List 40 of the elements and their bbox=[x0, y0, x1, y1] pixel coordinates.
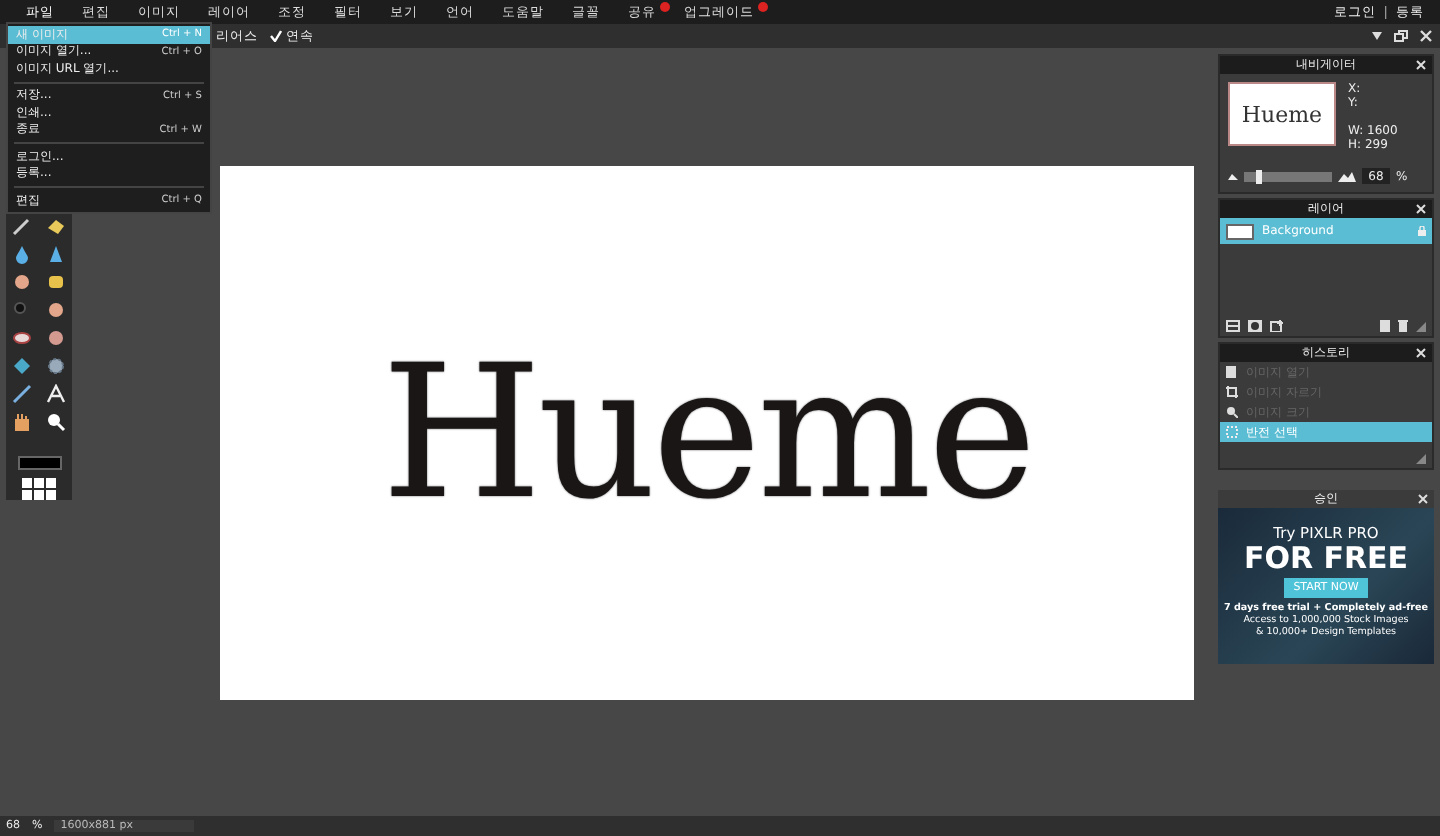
close-icon[interactable] bbox=[1416, 348, 1426, 358]
slider-thumb[interactable] bbox=[1256, 169, 1263, 183]
layer-thumbnail bbox=[1226, 223, 1254, 239]
selection-icon bbox=[1226, 426, 1238, 438]
wand-icon[interactable] bbox=[11, 216, 31, 236]
pen-icon[interactable] bbox=[11, 384, 31, 404]
diamond-icon[interactable] bbox=[11, 356, 31, 376]
resize-icon[interactable] bbox=[1416, 321, 1426, 331]
dropdown-icon[interactable] bbox=[1372, 32, 1382, 40]
new-layer-icon[interactable] bbox=[1270, 320, 1284, 332]
cone-icon[interactable] bbox=[45, 244, 65, 264]
sponge-icon[interactable] bbox=[45, 272, 65, 292]
checkbox[interactable] bbox=[270, 30, 282, 42]
crop-icon bbox=[1226, 386, 1238, 398]
restore-icon[interactable] bbox=[1394, 30, 1408, 42]
color-swatch[interactable] bbox=[17, 456, 61, 470]
gear-icon[interactable] bbox=[45, 356, 65, 376]
mask-icon[interactable] bbox=[1248, 320, 1262, 332]
zoom-icon bbox=[1226, 406, 1238, 418]
grid-icon[interactable] bbox=[22, 478, 56, 500]
ad-title: FOR FREE bbox=[1243, 542, 1409, 574]
close-icon[interactable] bbox=[1420, 30, 1432, 42]
eye-icon[interactable] bbox=[11, 328, 31, 348]
close-icon[interactable] bbox=[1416, 60, 1426, 70]
close-icon[interactable] bbox=[1418, 494, 1428, 504]
canvas-text: Hueme bbox=[381, 326, 1033, 540]
document-icon bbox=[1226, 366, 1238, 378]
text-icon[interactable] bbox=[45, 384, 65, 404]
mountain-icon[interactable] bbox=[1228, 173, 1238, 179]
trash-icon[interactable] bbox=[1398, 320, 1408, 332]
thumbnail[interactable]: Hueme bbox=[1228, 82, 1336, 146]
canvas[interactable]: Hueme bbox=[220, 166, 1194, 700]
zoom-icon[interactable] bbox=[45, 412, 65, 432]
dot-icon[interactable] bbox=[11, 300, 31, 320]
close-icon[interactable] bbox=[1416, 204, 1426, 214]
layer-settings-icon[interactable] bbox=[1226, 320, 1240, 332]
zoom-slider[interactable] bbox=[1244, 171, 1332, 181]
resize-icon[interactable] bbox=[1416, 454, 1426, 464]
droplet-icon[interactable] bbox=[11, 244, 31, 264]
mountain-icon[interactable] bbox=[1338, 171, 1356, 181]
